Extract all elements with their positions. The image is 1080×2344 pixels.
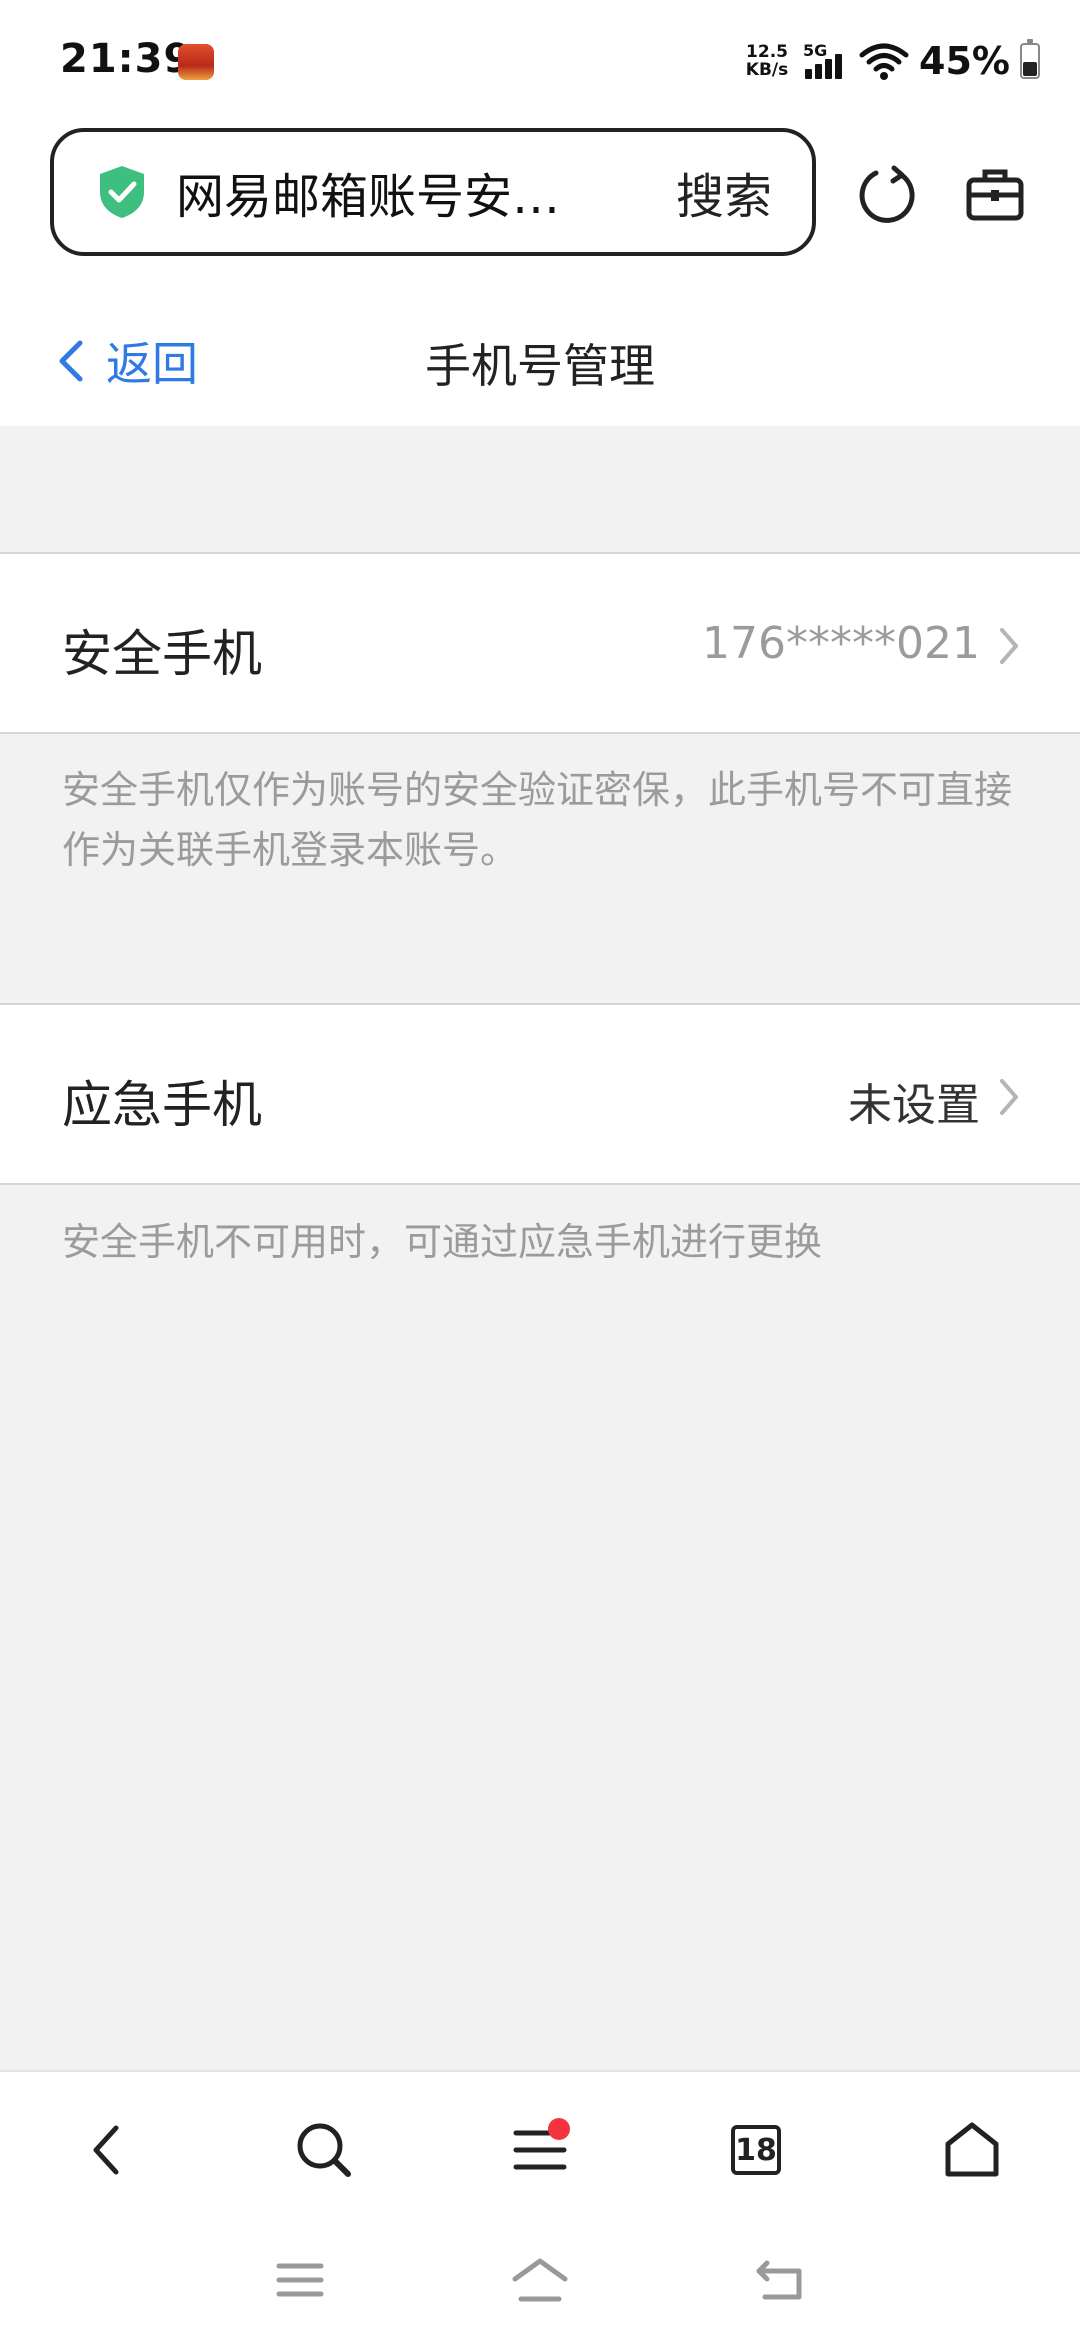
system-nav-bar [0, 2224, 1080, 2344]
battery-level-fill [1023, 61, 1037, 76]
browser-toolbar: 18 [0, 2070, 1080, 2224]
chevron-right-icon [1000, 1079, 1018, 1115]
cellular-signal-icon: 5G [801, 41, 849, 81]
recent-apps-button[interactable] [270, 2250, 330, 2310]
emergency-phone-value: 未设置 [848, 1080, 980, 1131]
search-nav-button[interactable] [286, 2112, 362, 2188]
security-phone-hint: 安全手机仅作为账号的安全验证密保，此手机号不可直接作为关联手机登录本账号。 [62, 768, 1013, 872]
tab-count: 18 [731, 2125, 781, 2175]
tabs-button[interactable]: 18 [718, 2112, 794, 2188]
network-speed-value: 12.5 [746, 42, 788, 62]
network-type: 5G [803, 41, 828, 60]
address-page-title[interactable]: 网易邮箱账号安… [176, 157, 656, 227]
system-back-button[interactable] [750, 2250, 810, 2310]
home-button[interactable] [934, 2112, 1010, 2188]
menu-button[interactable] [502, 2112, 578, 2188]
system-home-button[interactable] [510, 2250, 570, 2310]
network-speed: 12.5 KB/s [743, 43, 791, 79]
notification-dot [548, 2118, 570, 2140]
status-indicators: 12.5 KB/s 5G 45% [743, 38, 1040, 84]
toolbox-icon [966, 169, 1024, 221]
security-phone-label: 安全手机 [62, 625, 262, 683]
arrow-left-icon [93, 2125, 119, 2175]
wifi-icon [859, 43, 909, 80]
page-header: 返回 手机号管理 [0, 278, 1080, 426]
battery-icon [1020, 39, 1040, 79]
recents-icon [276, 2263, 324, 2297]
status-time: 21:39 [60, 36, 193, 82]
battery-percent: 45% [919, 39, 1010, 83]
notification-app-icon [178, 44, 214, 80]
address-bar[interactable]: 网易邮箱账号安… 搜索 [50, 128, 816, 256]
security-phone-row[interactable]: 安全手机 176*****021 [0, 552, 1080, 734]
security-shield-icon [100, 166, 144, 218]
network-speed-unit: KB/s [745, 60, 789, 80]
back-nav-button[interactable] [68, 2112, 144, 2188]
emergency-phone-row[interactable]: 应急手机 未设置 [0, 1003, 1080, 1185]
emergency-phone-hint: 安全手机不可用时，可通过应急手机进行更换 [62, 1220, 823, 1264]
page-title: 手机号管理 [425, 339, 655, 393]
return-arrow-icon [756, 2260, 802, 2300]
toolbox-button[interactable] [960, 160, 1030, 230]
security-phone-value: 176*****021 [702, 618, 980, 669]
refresh-button[interactable] [852, 160, 922, 230]
search-button[interactable]: 搜索 [676, 157, 772, 227]
home-icon [945, 2122, 999, 2177]
house-outline-icon [512, 2258, 568, 2302]
refresh-icon [859, 165, 915, 223]
search-icon [297, 2123, 351, 2177]
browser-header: 网易邮箱账号安… 搜索 [0, 118, 1080, 278]
screen: 21:39 12.5 KB/s 5G 45% 网易邮箱账号安… 搜索 返回 手机… [0, 0, 1080, 2344]
emergency-phone-label: 应急手机 [62, 1076, 262, 1134]
status-bar: 21:39 12.5 KB/s 5G 45% [0, 0, 1080, 118]
chevron-right-icon [1000, 628, 1018, 664]
